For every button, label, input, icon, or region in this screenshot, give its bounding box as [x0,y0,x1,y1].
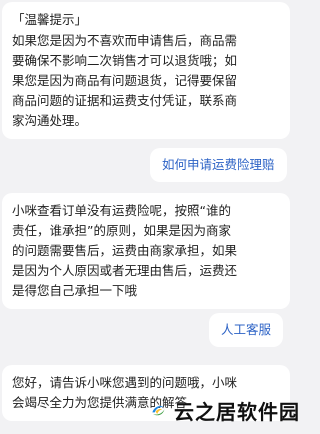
message-line: 家沟通处理。 [12,113,88,128]
bot-message-1: 「温馨提示」 如果您是因为不喜欢而申请售后，商品需 要确保不影响二次销售才可以退… [2,2,290,139]
message-line: 是得您自己承担一下哦 [12,283,138,298]
bot-message-2: 小咪查看订单没有运费险呢，按照“谁的 责任，谁承担”的原则，如果是因为商家 的问… [2,193,290,309]
tip-title: 「温馨提示」 [12,12,88,27]
user-message-text: 如何申请运费险理赔 [162,157,275,172]
watermark-text: 云之居软件园 [174,401,300,424]
message-line: 责任，谁承担”的原则，如果是因为商家 [12,223,231,238]
message-line: 商品问题的证据和运费支付凭证，联系商 [12,93,238,108]
message-line: 的问题需要售后，运费由商家承担，如果 [12,243,238,258]
user-message-2: 人工客服 [209,313,284,347]
message-line: 要确保不影响二次销售才可以退货哦；如 [12,53,238,68]
watermark: 云之居软件园 [150,386,300,434]
message-line: 如果您是因为不喜欢而申请售后，商品需 [12,33,238,48]
watermark-logo-icon [152,406,165,416]
message-line: 是因为个人原因或者无理由售后，运费还 [12,263,238,278]
user-message-1: 如何申请运费险理赔 [150,148,287,182]
message-line: 小咪查看订单没有运费险呢，按照“谁的 [12,203,231,218]
user-message-text: 人工客服 [221,322,272,337]
message-line: 果您是因为商品有问题退货，记得要保留 [12,73,238,88]
